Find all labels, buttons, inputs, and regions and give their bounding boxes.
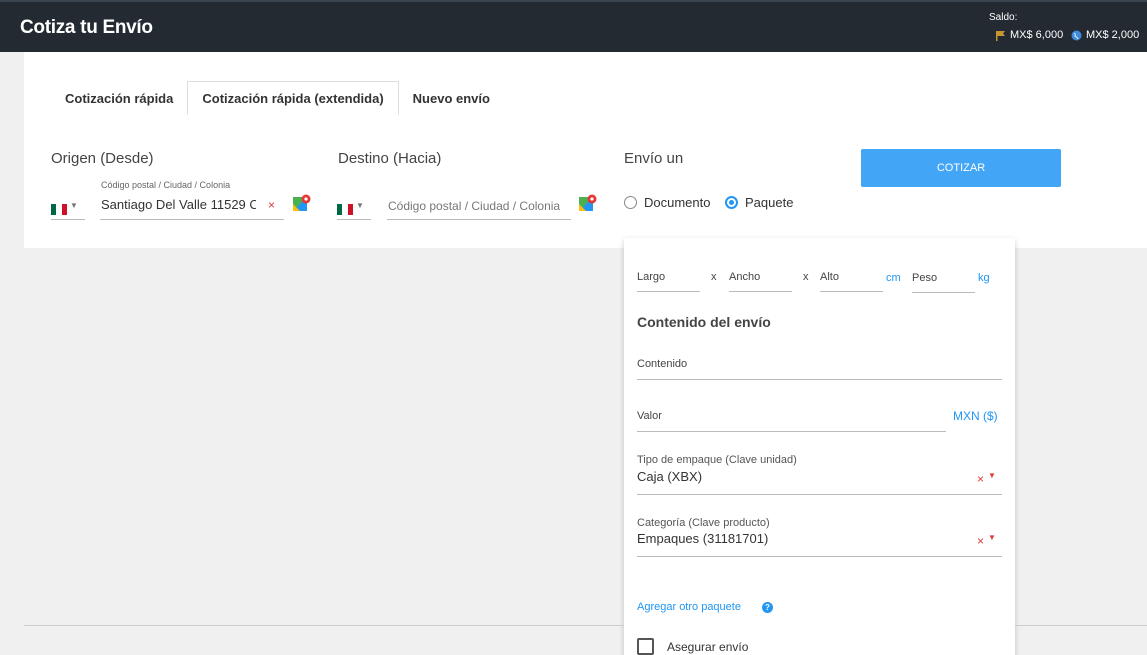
balance-national-value: MX$ 6,000 [1010, 29, 1064, 41]
categoria-label: Categoría (Clave producto) [637, 517, 770, 529]
empaque-value: Caja (XBX) [637, 469, 703, 484]
chevron-down-icon: ▼ [70, 201, 78, 210]
mexico-flag-icon [337, 204, 353, 215]
tab-bar: Cotización rápida Cotización rápida (ext… [51, 81, 504, 115]
balance-international: MX$ 2,000 [1071, 29, 1139, 41]
unit-cm: cm [886, 272, 901, 284]
globe-icon [1071, 30, 1082, 40]
categoria-select[interactable]: Categoría (Clave producto) Empaques (311… [637, 517, 1002, 557]
contents-title: Contenido del envío [637, 314, 771, 330]
unit-kg: kg [978, 272, 990, 284]
balance-international-value: MX$ 2,000 [1086, 29, 1140, 41]
contenido-input[interactable]: Contenido [637, 350, 1002, 380]
categoria-value: Empaques (31181701) [637, 531, 769, 546]
valor-input[interactable]: Valor [637, 402, 946, 432]
shipment-type-label: Envío un [624, 150, 684, 167]
chevron-down-icon: ▼ [356, 201, 364, 210]
radio-paquete-label: Paquete [745, 195, 794, 210]
origin-field-label: Código postal / Ciudad / Colonia [101, 180, 231, 190]
ancho-input[interactable]: Ancho [729, 266, 792, 292]
top-bar: Cotiza tu Envío Saldo: MX$ 6,000 MX$ 2,0… [0, 0, 1147, 52]
origin-country-select[interactable]: ▼ [51, 196, 85, 220]
radio-documento[interactable]: Documento [624, 195, 710, 210]
origin-input-value: Santiago Del Valle 11529 C [101, 197, 256, 212]
tab-cotizacion-rapida[interactable]: Cotización rápida [51, 81, 187, 115]
balance-national: MX$ 6,000 [995, 29, 1063, 41]
empaque-clear-icon[interactable]: × [977, 472, 984, 486]
tab-cotizacion-extendida[interactable]: Cotización rápida (extendida) [187, 81, 399, 115]
destination-country-select[interactable]: ▼ [337, 196, 371, 220]
alto-input[interactable]: Alto [820, 266, 883, 292]
chevron-down-icon[interactable]: ▼ [988, 533, 996, 542]
page-title: Cotiza tu Envío [20, 17, 153, 38]
mexico-flag-icon [51, 204, 67, 215]
package-panel: Largo x Ancho x Alto cm Peso kg Contenid… [624, 238, 1015, 655]
help-icon[interactable]: ? [762, 602, 773, 613]
valor-unit: MXN ($) [953, 409, 998, 423]
empaque-select[interactable]: Tipo de empaque (Clave unidad) Caja (XBX… [637, 454, 1002, 495]
saldo-label: Saldo: [989, 12, 1018, 23]
chevron-down-icon[interactable]: ▼ [988, 471, 996, 480]
add-package-link[interactable]: Agregar otro paquete [637, 601, 741, 613]
footer-divider [24, 625, 624, 626]
categoria-clear-icon[interactable]: × [977, 534, 984, 548]
insure-checkbox[interactable] [637, 638, 654, 655]
origin-clear-icon[interactable]: × [268, 198, 275, 212]
map-pin-icon[interactable] [292, 194, 311, 213]
empaque-label: Tipo de empaque (Clave unidad) [637, 454, 797, 466]
map-pin-icon[interactable] [578, 194, 597, 213]
origin-label: Origen (Desde) [51, 150, 154, 167]
radio-paquete[interactable]: Paquete [725, 195, 793, 210]
radio-circle-selected [725, 196, 738, 209]
peso-input[interactable]: Peso [912, 266, 975, 293]
radio-documento-label: Documento [644, 195, 711, 210]
footer-divider [1015, 625, 1147, 626]
insure-label: Asegurar envío [667, 640, 749, 654]
dim-separator: x [803, 271, 809, 283]
cotizar-button[interactable]: COTIZAR [861, 149, 1061, 187]
tab-nuevo-envio[interactable]: Nuevo envío [399, 81, 504, 115]
radio-circle [624, 196, 637, 209]
dim-separator: x [711, 271, 717, 283]
destination-placeholder: Código postal / Ciudad / Colonia [388, 199, 561, 213]
destination-label: Destino (Hacia) [338, 150, 442, 167]
largo-input[interactable]: Largo [637, 266, 700, 292]
flag-icon [996, 30, 1005, 41]
